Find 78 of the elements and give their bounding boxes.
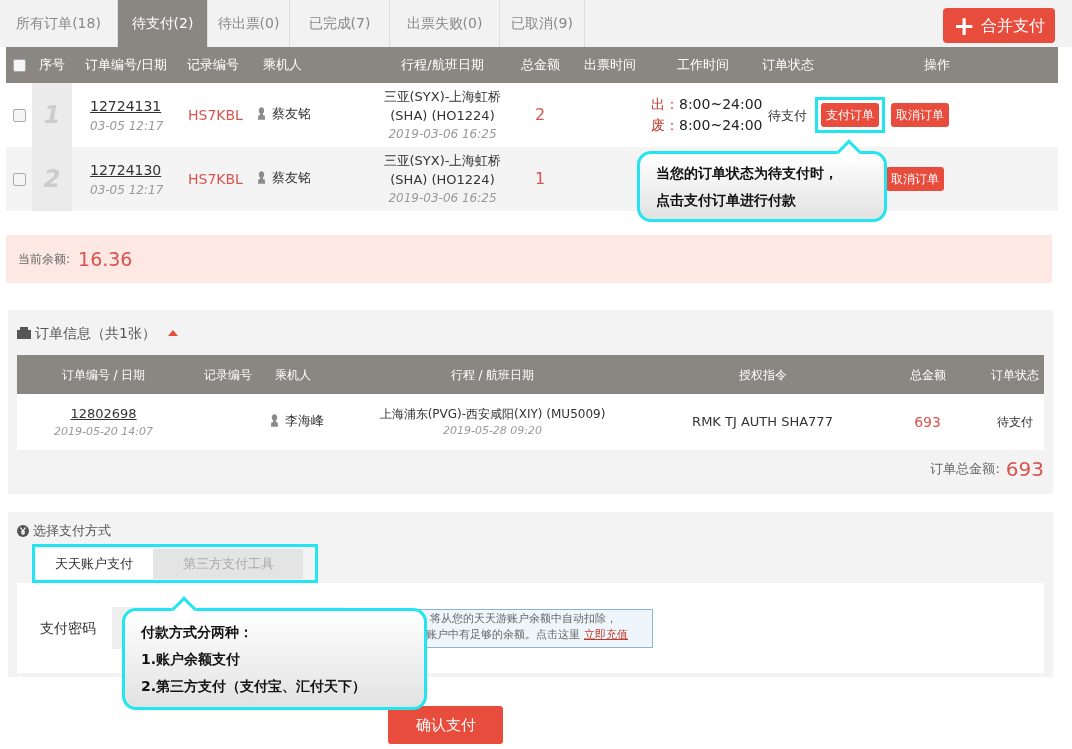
flight-date: 2019-05-28 09:20 <box>442 422 543 439</box>
payment-method-tab[interactable]: 天天账户支付 <box>35 548 153 579</box>
order-action-button[interactable]: 取消订单 <box>886 167 944 191</box>
column-header: 订单状态 <box>989 366 1040 384</box>
column-header: 记录编号 <box>185 56 240 75</box>
notice-text: 账户中有足够的余额。点击这里 <box>426 626 580 643</box>
work-hours-time: 8:00~24:00 <box>679 95 763 114</box>
recharge-link[interactable]: 立即充值 <box>584 626 628 643</box>
callout-text: 当您的订单状态为待支付时， <box>656 163 839 183</box>
amount: 1 <box>534 169 546 188</box>
column-header: 操作 <box>922 56 951 75</box>
callout-text: 点击支付订单进行付款 <box>656 190 797 210</box>
column-header: 出票时间 <box>583 56 637 75</box>
passenger-name: 李海峰 <box>285 412 324 431</box>
column-header: 乘机人 <box>274 366 312 384</box>
auth-command: RMK TJ AUTH SHA777 <box>692 414 833 430</box>
callout-text: 2.第三方支付（支付宝、汇付天下） <box>141 676 368 696</box>
collapse-arrow-icon[interactable] <box>167 330 178 336</box>
checkbox[interactable] <box>12 58 26 72</box>
column-header: 订单编号 / 日期 <box>60 366 147 384</box>
order-number-link[interactable]: 12724130 <box>90 159 162 181</box>
work-hours-label: 废： <box>651 116 679 135</box>
column-header: 记录编号 <box>202 366 253 384</box>
balance-label: 当前余额: <box>18 251 71 268</box>
amount: 2 <box>534 105 546 124</box>
callout-text: 付款方式分两种： <box>141 622 254 642</box>
passenger-name: 蔡友铭 <box>272 168 311 187</box>
person-icon <box>270 414 279 428</box>
route-text: 三亚(SYX)-上海虹桥 <box>383 151 502 170</box>
callout-text: 1.账户余额支付 <box>141 649 242 669</box>
order-tab[interactable]: 待支付(2) <box>118 0 208 47</box>
confirm-pay-button[interactable]: 确认支付 <box>388 706 503 744</box>
route-text: 上海浦东(PVG)-西安咸阳(XIY) (MU5009) <box>379 405 606 423</box>
column-header: 订单编号/日期 <box>83 56 169 75</box>
order-date: 2019-05-20 14:07 <box>53 423 154 440</box>
checkbox[interactable] <box>12 108 26 122</box>
order-status: 待支付 <box>996 415 1033 430</box>
column-header: 乘机人 <box>262 56 303 75</box>
route-text: (SHA) (HO1224) <box>390 170 495 189</box>
flight-date: 2019-03-06 16:25 <box>388 125 497 143</box>
order-date: 03-05 12:17 <box>90 117 164 135</box>
column-header: 授权指令 <box>737 366 788 384</box>
record-code: HS7KBL <box>188 171 243 187</box>
column-header: 行程/航班日期 <box>400 56 485 75</box>
order-number-link[interactable]: 12724131 <box>90 95 162 117</box>
route-text: 三亚(SYX)-上海虹桥 <box>383 87 502 106</box>
column-header: 行程 / 航班日期 <box>449 366 536 384</box>
total-label: 订单总金额: <box>930 460 1000 479</box>
section-title: 订单信息（共1张） <box>35 323 156 343</box>
record-code: HS7KBL <box>188 107 243 123</box>
passenger-name: 蔡友铭 <box>272 104 311 123</box>
flight-date: 2019-03-06 16:25 <box>388 189 497 207</box>
person-icon <box>257 107 266 120</box>
work-hours-time: 8:00~24:00 <box>679 116 763 135</box>
password-label: 支付密码 <box>40 618 96 638</box>
balance-value: 16.36 <box>78 246 133 272</box>
yen-icon <box>17 525 29 537</box>
person-icon <box>257 171 266 184</box>
briefcase-icon <box>17 327 31 339</box>
order-number-link[interactable]: 12802698 <box>70 404 137 424</box>
work-hours-label: 出： <box>651 95 679 114</box>
section-title: 选择支付方式 <box>33 522 111 541</box>
route-text: (SHA) (HO1224) <box>390 106 495 125</box>
order-action-button[interactable]: 支付订单 <box>821 103 879 127</box>
order-date: 03-05 12:17 <box>90 181 164 199</box>
amount: 693 <box>914 413 941 430</box>
notice-text: 将从您的天天游账户余额中自动扣除， <box>430 611 617 625</box>
merge-pay-button[interactable]: + 合并支付 <box>943 8 1055 43</box>
column-header: 总金额 <box>519 56 561 75</box>
column-header: 总金额 <box>908 366 947 384</box>
column-header: 工作时间 <box>675 56 730 75</box>
order-status: 待支付 <box>768 108 807 123</box>
order-action-button[interactable]: 取消订单 <box>891 103 949 127</box>
total-amount: 693 <box>1005 456 1044 483</box>
plus-icon: + <box>953 12 975 39</box>
checkbox[interactable] <box>12 172 26 186</box>
column-header: 序号 <box>38 56 66 75</box>
column-header: 订单状态 <box>760 56 815 75</box>
